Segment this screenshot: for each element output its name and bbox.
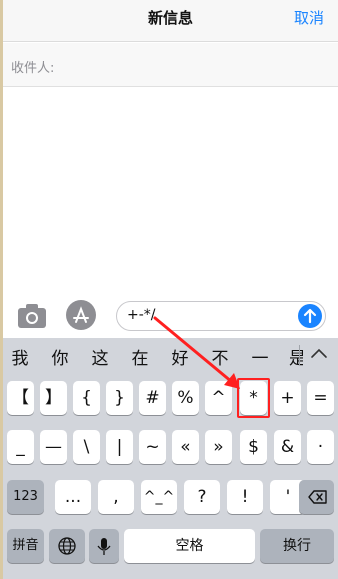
key[interactable]: « <box>172 430 199 464</box>
key[interactable]: } <box>106 381 133 415</box>
candidate-item[interactable]: 这 <box>89 344 111 369</box>
microphone-key[interactable] <box>89 529 119 563</box>
key[interactable]: % <box>172 381 199 415</box>
candidate-item[interactable]: 一 <box>249 344 271 369</box>
globe-icon <box>58 537 76 555</box>
compose-bar: +-*/ <box>3 296 338 338</box>
key[interactable]: ? <box>184 480 220 514</box>
delete-key[interactable] <box>299 480 334 514</box>
app-store-icon[interactable] <box>66 300 96 330</box>
message-text: +-*/ <box>127 307 156 323</box>
key[interactable]: = <box>307 381 334 415</box>
space-key[interactable]: 空格 <box>124 529 255 563</box>
key[interactable]: » <box>205 430 232 464</box>
page-title: 新信息 <box>147 9 193 27</box>
candidate-item[interactable]: 我 <box>9 344 31 369</box>
cancel-button[interactable]: 取消 <box>294 7 324 28</box>
candidate-item[interactable]: 在 <box>129 344 151 369</box>
candidate-bar: 我 你 这 在 好 不 一 是 <box>3 338 338 372</box>
candidate-item[interactable]: 你 <box>49 344 71 369</box>
key[interactable]: | <box>106 430 133 464</box>
message-input[interactable]: +-*/ <box>116 301 326 331</box>
keyboard: 【 】 { } # % ^ * + = _ — \ | ~ « » $ & · … <box>3 372 338 579</box>
globe-key[interactable] <box>49 529 85 563</box>
key[interactable]: $ <box>240 430 267 464</box>
nav-bar: 新信息 取消 <box>3 0 338 42</box>
key[interactable]: ! <box>227 480 263 514</box>
numbers-mode-key[interactable]: 123 <box>7 480 44 514</box>
key[interactable]: ... <box>55 480 91 514</box>
recipient-label: 收件人: <box>11 61 55 76</box>
key[interactable]: { <box>73 381 100 415</box>
chevron-up-icon[interactable] <box>310 346 328 360</box>
send-button[interactable] <box>298 304 322 328</box>
key[interactable]: — <box>40 430 67 464</box>
key[interactable]: _ <box>7 430 34 464</box>
delete-icon <box>308 490 327 504</box>
return-key[interactable]: 换行 <box>260 529 334 563</box>
candidate-item[interactable]: 是 <box>289 344 303 369</box>
key[interactable]: ^_^ <box>141 480 177 514</box>
key[interactable]: 【 <box>7 381 34 415</box>
key[interactable]: + <box>274 381 301 415</box>
highlight-box <box>237 378 270 418</box>
candidate-item[interactable]: 好 <box>169 344 191 369</box>
key[interactable]: & <box>274 430 301 464</box>
candidate-item[interactable]: 不 <box>209 344 231 369</box>
send-arrow-icon <box>303 308 317 324</box>
key[interactable]: 】 <box>40 381 67 415</box>
key[interactable]: ^ <box>205 381 232 415</box>
candidate-divider <box>299 345 300 365</box>
key[interactable]: , <box>98 480 134 514</box>
recipient-field[interactable]: 收件人: <box>3 43 338 87</box>
camera-icon[interactable] <box>17 303 47 329</box>
key[interactable]: # <box>139 381 166 415</box>
microphone-icon <box>97 538 111 555</box>
key[interactable]: ~ <box>139 430 166 464</box>
pinyin-key[interactable]: 拼音 <box>7 529 44 563</box>
key[interactable]: \ <box>73 430 100 464</box>
key[interactable]: · <box>307 430 334 464</box>
